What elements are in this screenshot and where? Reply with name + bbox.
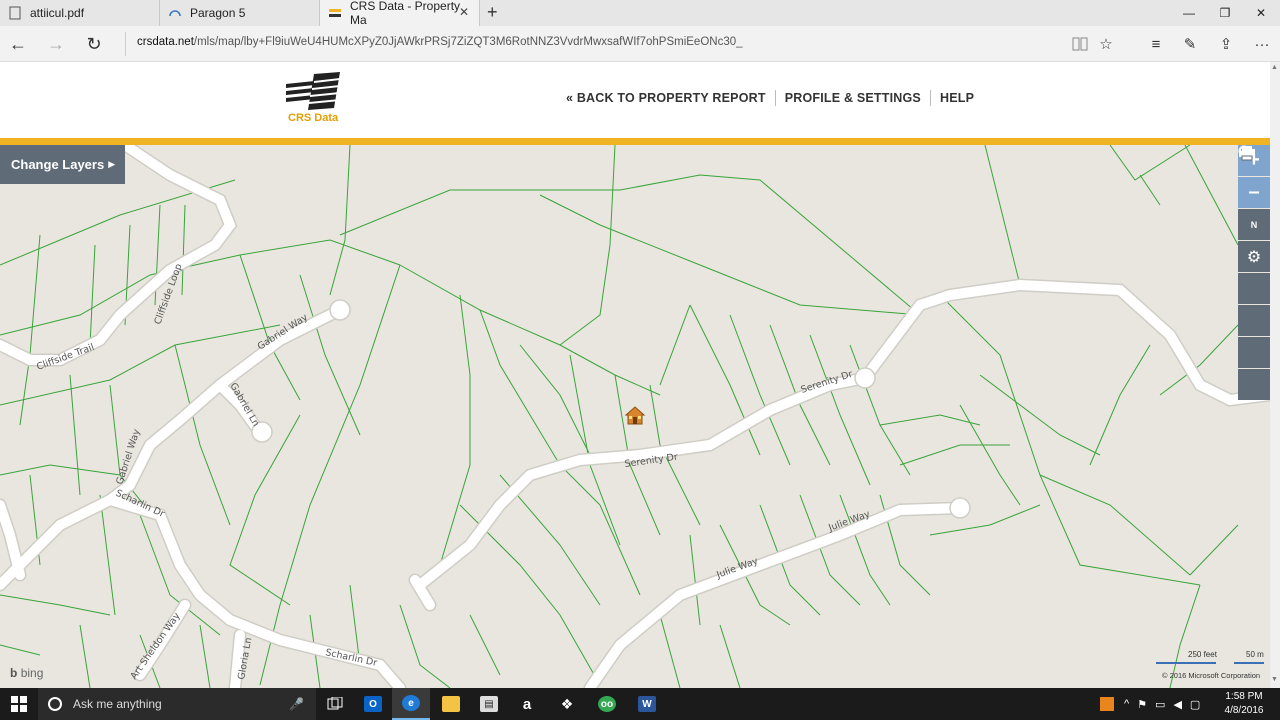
road-label: Art Sheldon Way bbox=[128, 611, 182, 682]
scale-feet-bar bbox=[1156, 662, 1216, 664]
tray-notification-icon[interactable] bbox=[1100, 697, 1114, 711]
new-tab-button[interactable]: + bbox=[487, 2, 498, 23]
edge-badge: e bbox=[402, 695, 420, 711]
close-tab-icon[interactable]: ✕ bbox=[459, 5, 469, 19]
word-badge: W bbox=[638, 696, 656, 712]
url-field[interactable]: crsdata.net/mls/map/lby+Fl9iuWeU4HUMcXPy… bbox=[137, 36, 743, 48]
divider bbox=[125, 32, 126, 56]
road-label: Scharlin Dr bbox=[324, 647, 378, 669]
tab-pdf[interactable]: attiicul.pdf bbox=[0, 0, 160, 26]
caret-right-icon: ▶ bbox=[108, 159, 116, 169]
taskbar-clock[interactable]: 1:58 PM 4/8/2016 bbox=[1222, 690, 1266, 718]
document-icon bbox=[8, 6, 22, 20]
map-canvas[interactable]: Cliffside Trail Cliffside Loop Gabriel W… bbox=[0, 145, 1270, 688]
settings-icon[interactable]: ⚙ bbox=[1238, 241, 1270, 272]
dropbox-badge: ❖ bbox=[560, 695, 574, 712]
scroll-up-icon[interactable]: ▲ bbox=[1271, 64, 1278, 71]
house-marker-icon[interactable] bbox=[624, 406, 646, 425]
cortana-icon bbox=[48, 697, 62, 711]
outlook-badge: O bbox=[364, 696, 382, 712]
action-center-icon[interactable]: ▢ bbox=[1190, 698, 1200, 711]
tab-title: attiicul.pdf bbox=[30, 6, 85, 20]
gauge-icon bbox=[168, 6, 182, 20]
address-bar: ← → ↻ crsdata.net/mls/map/lby+Fl9iuWeU4H… bbox=[0, 26, 1280, 62]
amazon-icon[interactable]: a bbox=[508, 688, 546, 720]
share-icon[interactable]: ⇪ bbox=[1214, 32, 1238, 56]
store-badge: ▤ bbox=[480, 696, 498, 712]
compass-north-label: N bbox=[1250, 219, 1258, 230]
bing-b-icon: b bbox=[10, 666, 18, 680]
nav-divider bbox=[774, 90, 776, 106]
restore-icon[interactable]: ❐ bbox=[1208, 0, 1242, 26]
road-labels: Cliffside Trail Cliffside Loop Gabriel W… bbox=[35, 262, 872, 681]
forward-arrow-icon[interactable]: → bbox=[42, 30, 70, 58]
scroll-down-icon[interactable]: ▼ bbox=[1271, 676, 1278, 683]
clock-date: 4/8/2016 bbox=[1224, 705, 1264, 716]
change-layers-button[interactable]: Change Layers ▶ bbox=[0, 145, 125, 184]
profile-settings-link[interactable]: PROFILE & SETTINGS bbox=[785, 91, 921, 105]
scale-meters-bar bbox=[1234, 662, 1264, 664]
cortana-search-box[interactable]: Ask me anything 🎤 bbox=[38, 688, 316, 720]
volume-icon[interactable]: ◀ bbox=[1173, 698, 1181, 711]
outlook-icon[interactable]: O bbox=[354, 688, 392, 720]
magnify-icon[interactable] bbox=[1238, 145, 1270, 336]
favorite-star-icon[interactable]: ☆ bbox=[1094, 32, 1118, 56]
parcel-map[interactable]: Cliffside Trail Cliffside Loop Gabriel W… bbox=[0, 145, 1270, 688]
help-link[interactable]: HELP bbox=[940, 91, 974, 105]
tab-paragon[interactable]: Paragon 5 bbox=[160, 0, 320, 26]
edge-icon[interactable]: e bbox=[392, 688, 430, 720]
url-path: /mls/map/lby+Fl9iuWeU4HUMcXPyZ0JjAWkrPRS… bbox=[193, 36, 743, 48]
tab-crs-data[interactable]: CRS Data - Property Ma ✕ bbox=[320, 0, 480, 27]
amazon-badge: a bbox=[522, 695, 532, 713]
header-accent-bar bbox=[0, 138, 1270, 145]
windows-start-icon[interactable] bbox=[0, 688, 38, 720]
show-hidden-icons-icon[interactable]: ^ bbox=[1124, 698, 1129, 710]
more-icon[interactable]: ··· bbox=[1250, 32, 1274, 56]
refresh-icon[interactable]: ↻ bbox=[80, 30, 108, 58]
location-pin-icon[interactable] bbox=[1238, 147, 1270, 304]
print-icon[interactable] bbox=[1238, 146, 1270, 400]
clock-time: 1:58 PM bbox=[1225, 691, 1263, 702]
reading-view-icon[interactable] bbox=[1068, 32, 1092, 56]
back-arrow-icon[interactable]: ← bbox=[4, 30, 32, 58]
tripadvisor-icon[interactable]: oo bbox=[588, 688, 626, 720]
dropbox-icon[interactable]: ❖ bbox=[548, 688, 586, 720]
back-to-property-report-link[interactable]: « BACK TO PROPERTY REPORT bbox=[566, 91, 766, 105]
battery-icon[interactable]: ▭ bbox=[1155, 698, 1165, 711]
word-icon[interactable]: W bbox=[628, 688, 666, 720]
bing-label: bing bbox=[20, 666, 44, 680]
crs-favicon bbox=[328, 6, 342, 20]
nav-divider bbox=[929, 90, 931, 106]
compass-icon[interactable]: N bbox=[1238, 209, 1270, 240]
tripadvisor-badge: oo bbox=[598, 696, 616, 712]
bing-logo: b bing bbox=[10, 666, 43, 680]
store-icon[interactable]: ▤ bbox=[470, 688, 508, 720]
change-layers-label: Change Layers bbox=[11, 157, 105, 172]
hub-icon[interactable]: ≡ bbox=[1144, 32, 1168, 56]
url-domain: crsdata.net bbox=[137, 36, 194, 48]
web-note-icon[interactable]: ✎ bbox=[1178, 32, 1202, 56]
top-navigation: « BACK TO PROPERTY REPORT PROFILE & SETT… bbox=[566, 90, 974, 106]
file-explorer-icon[interactable] bbox=[432, 688, 470, 720]
system-tray: ^ ⚑ ▭ ◀ ▢ bbox=[1100, 688, 1200, 720]
tab-strip: attiicul.pdf Paragon 5 CRS Data - Proper… bbox=[0, 0, 1280, 27]
network-icon[interactable]: ⚑ bbox=[1137, 698, 1147, 711]
map-copyright: © 2016 Microsoft Corporation bbox=[1162, 671, 1261, 680]
scale-feet-label: 250 feet bbox=[1188, 650, 1217, 659]
zoom-out-button[interactable]: – bbox=[1238, 177, 1270, 208]
map-toolbar: + – N ⚙ bbox=[1238, 145, 1270, 401]
scale-meters-label: 50 m bbox=[1246, 650, 1264, 659]
folder-badge bbox=[442, 696, 460, 712]
windows-taskbar: Ask me anything 🎤 O e ▤ a ❖ oo W ^ ⚑ ▭ ◀… bbox=[0, 688, 1280, 720]
logo-text: CRS Data bbox=[288, 112, 339, 124]
microphone-icon[interactable]: 🎤 bbox=[289, 697, 304, 711]
close-window-icon[interactable]: ✕ bbox=[1244, 0, 1278, 26]
minimize-icon[interactable]: — bbox=[1172, 0, 1206, 26]
tab-title: Paragon 5 bbox=[190, 6, 246, 20]
measure-icon[interactable] bbox=[1238, 149, 1270, 368]
task-view-icon[interactable] bbox=[316, 688, 354, 720]
search-placeholder: Ask me anything bbox=[73, 697, 162, 711]
page-scrollbar[interactable]: ▲ ▼ bbox=[1270, 62, 1280, 688]
